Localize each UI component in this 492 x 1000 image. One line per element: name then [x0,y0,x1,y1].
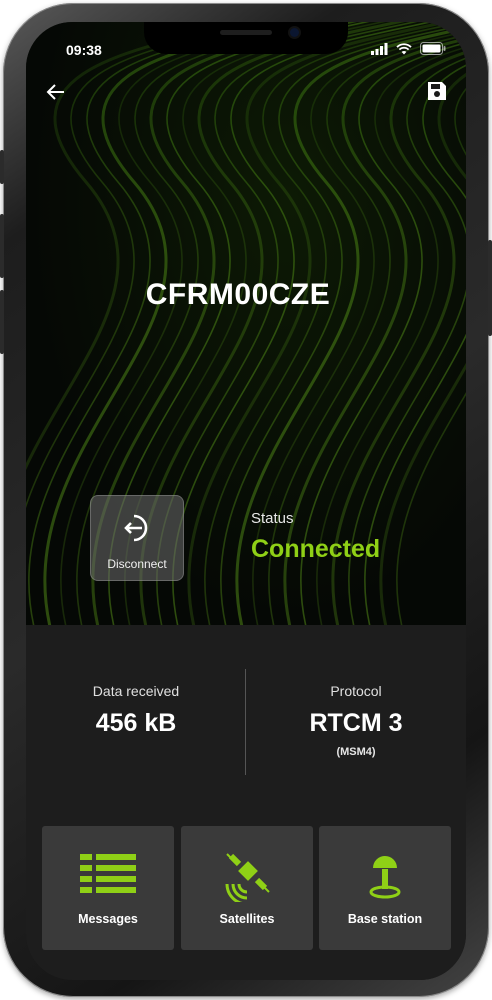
speaker [220,30,272,35]
satellite-icon [225,853,270,902]
satellites-tile[interactable]: Satellites [181,826,313,950]
arrow-left-icon [46,84,64,100]
protocol-label: Protocol [330,683,382,699]
base-station-icon [369,856,401,899]
satellites-label: Satellites [219,912,275,926]
front-camera [290,28,299,37]
disconnect-button[interactable]: Disconnect [90,495,184,581]
floppy-disk-icon [428,82,446,100]
base-station-label: Base station [347,912,423,926]
list-icon [80,854,136,893]
info-panel: Data received 456 kB Protocol RTCM 3 (MS… [26,625,466,980]
side-button-left-3 [0,290,4,354]
device-name: CFRM00CZE [145,278,331,311]
exit-arrow-icon [124,514,148,542]
screen: 09:38 CFRM00CZE Disconnect Status Connec… [26,22,466,980]
disconnect-label: Disconnect [107,557,167,571]
back-button[interactable] [44,80,68,104]
notch [144,22,348,54]
save-button[interactable] [426,80,448,102]
status-icons [371,42,446,55]
messages-label: Messages [78,912,138,926]
side-button-left-1 [0,150,4,184]
side-button-left-2 [0,214,4,278]
status-value: Connected [251,535,381,563]
protocol-value: RTCM 3 [309,709,403,737]
battery-icon [420,42,446,55]
status-label: Status [251,510,294,527]
protocol-sub: (MSM4) [336,746,376,758]
data-received-label: Data received [92,683,180,699]
signal-icon [371,42,388,55]
hero-section: 09:38 CFRM00CZE Disconnect Status Connec… [26,22,466,625]
data-received-value: 456 kB [95,709,177,737]
wifi-icon [396,42,412,54]
base-station-tile[interactable]: Base station [319,826,451,950]
messages-tile[interactable]: Messages [42,826,174,950]
status-time: 09:38 [66,42,102,58]
data-received-stat: Data received 456 kB [26,625,246,738]
side-button-right [488,240,492,336]
protocol-stat: Protocol RTCM 3 (MSM4) [246,625,466,758]
